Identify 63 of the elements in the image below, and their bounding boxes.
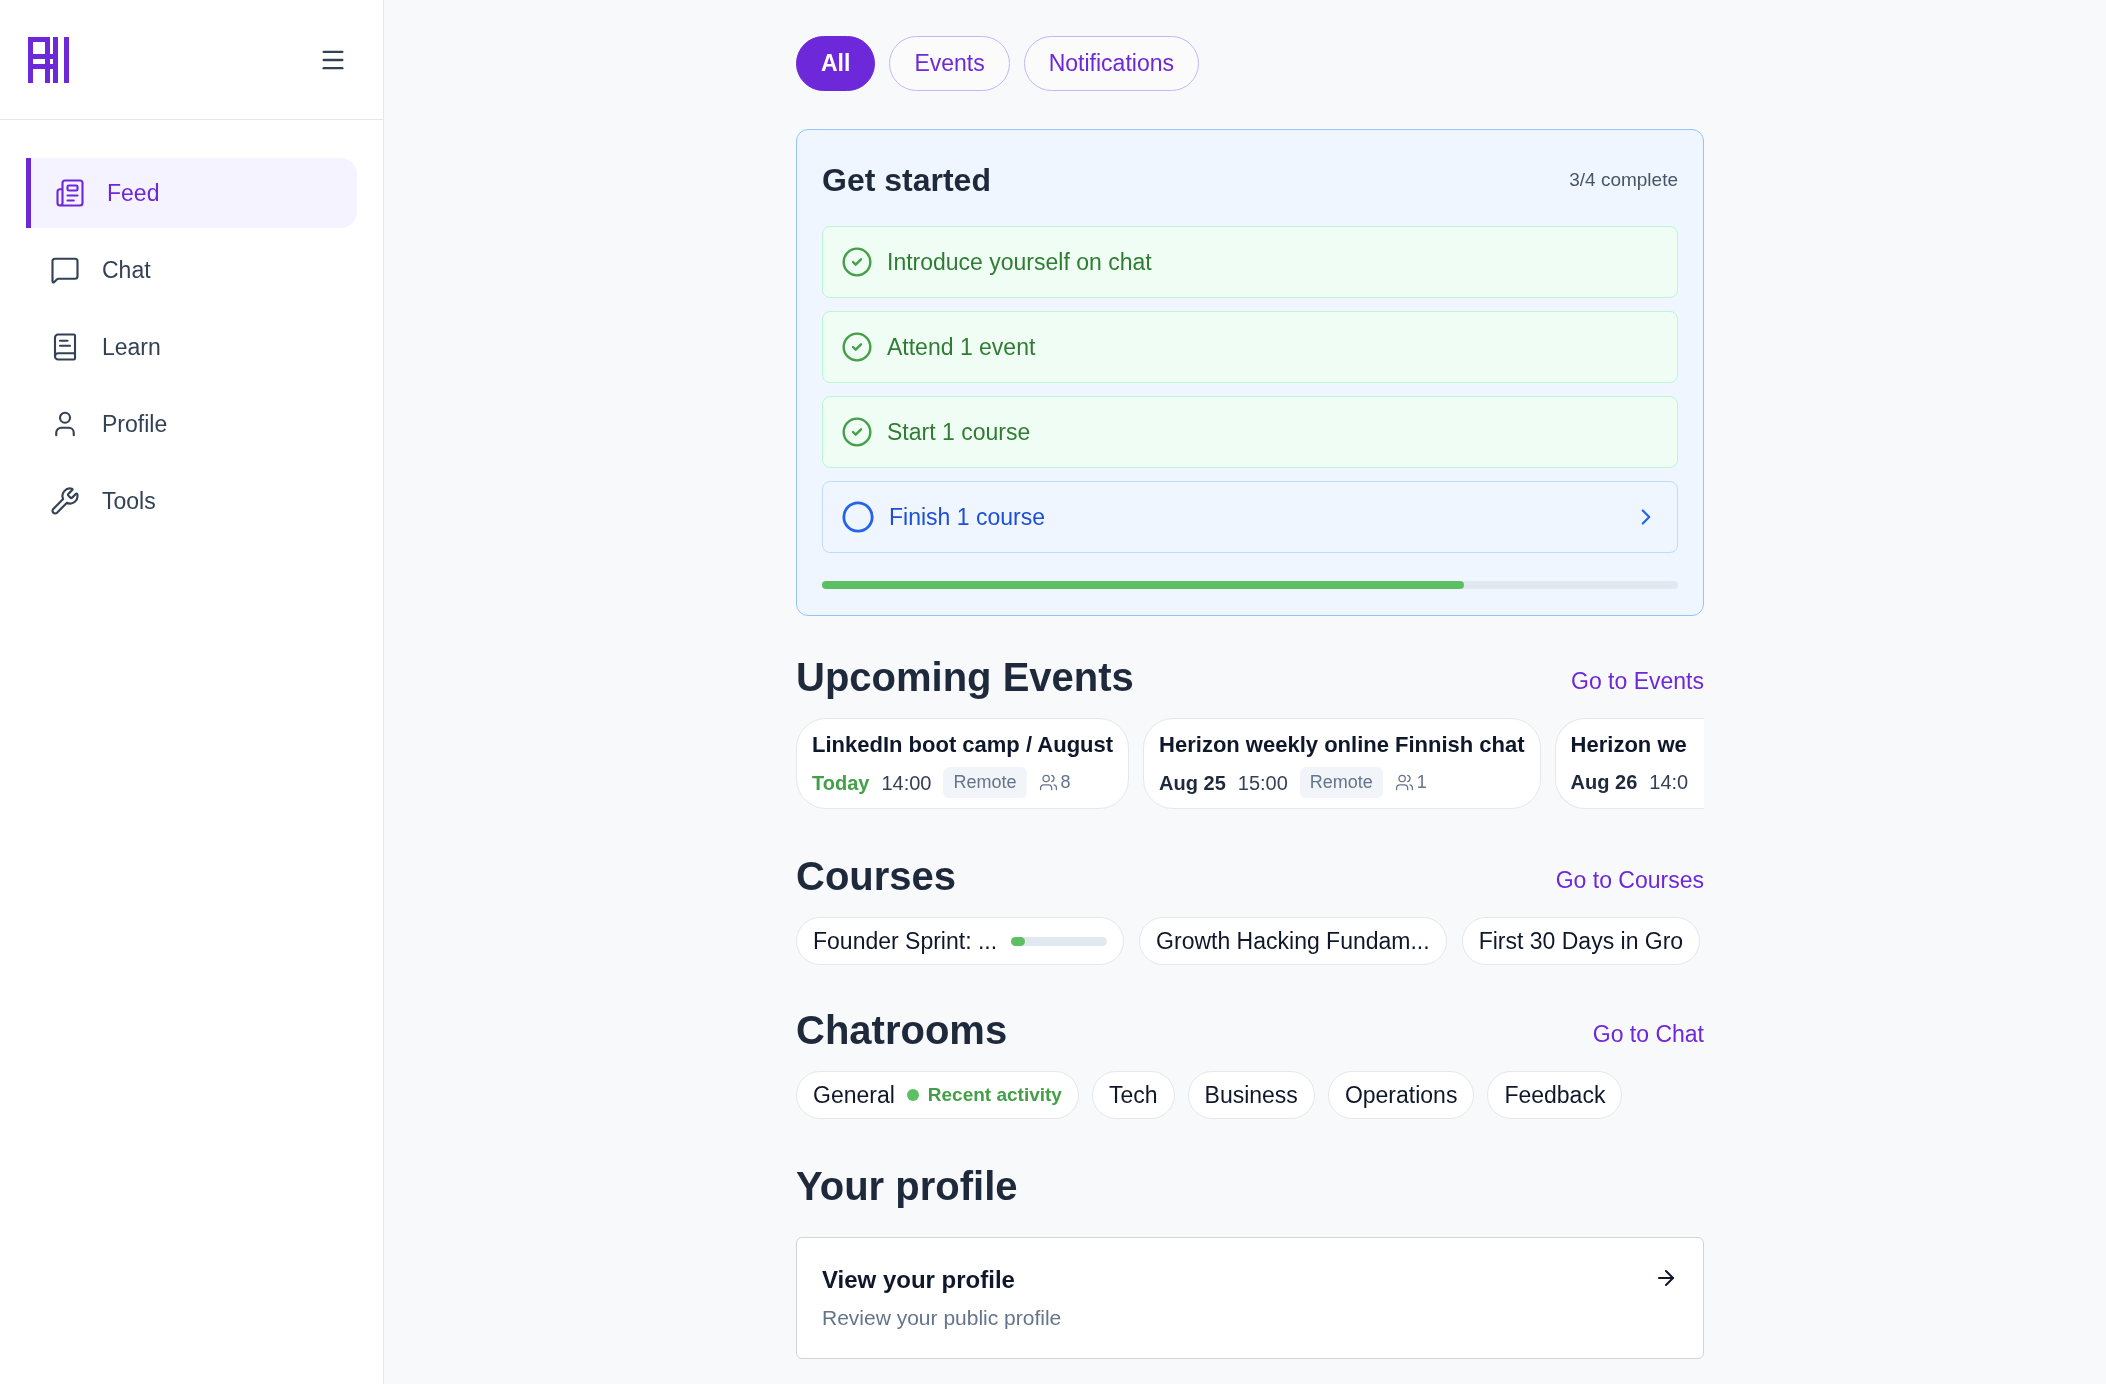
event-time: 15:00: [1237, 770, 1288, 796]
event-tag: Remote: [943, 767, 1027, 798]
event-title: Herizon weekly online Finnish chat: [1159, 731, 1525, 759]
section-title: Your profile: [796, 1163, 1019, 1210]
logo-icon: [28, 36, 70, 83]
task-item[interactable]: Attend 1 event: [822, 311, 1678, 383]
chatroom-name: Operations: [1344, 1080, 1458, 1110]
attendee-count: 1: [1416, 771, 1427, 794]
section-link[interactable]: Go to Chat: [1592, 1016, 1704, 1051]
people-icon: [1394, 773, 1414, 792]
people-icon: [1038, 773, 1058, 792]
sidebar-item[interactable]: Profile: [26, 389, 357, 459]
event-card[interactable]: Herizon we Aug 26 14:0: [1554, 718, 1704, 809]
event-card[interactable]: LinkedIn boot camp / August Today 14:00 Remote 8: [796, 718, 1130, 809]
filter-tab[interactable]: All: [796, 36, 876, 91]
chatroom-chip[interactable]: Tech: [1091, 1071, 1175, 1119]
course-title: Growth Hacking Fundam...: [1156, 926, 1430, 956]
sidebar-item[interactable]: Learn: [26, 312, 357, 382]
course-chip[interactable]: Founder Sprint: ...: [796, 917, 1125, 965]
wrench-icon: [50, 486, 80, 516]
section-title: Chatrooms: [796, 1007, 1008, 1054]
newspaper-icon: [55, 178, 85, 208]
course-chip[interactable]: Growth Hacking Fundam...: [1139, 917, 1447, 965]
section-title: Upcoming Events: [796, 654, 1134, 701]
chatroom-name: General: [813, 1080, 895, 1110]
chatroom-name: Feedback: [1504, 1080, 1606, 1110]
filter-tab[interactable]: Events: [889, 36, 1010, 91]
event-time: 14:0: [1649, 770, 1689, 795]
attendee-count: 8: [1060, 771, 1071, 794]
chatroom-chip[interactable]: Operations: [1327, 1071, 1475, 1119]
task-item[interactable]: Start 1 course: [822, 396, 1678, 468]
sidebar-item[interactable]: Feed: [26, 158, 357, 228]
event-date: Today: [812, 770, 870, 796]
course-title: First 30 Days in Gro: [1478, 926, 1684, 956]
course-title: Founder Sprint: ...: [813, 926, 998, 956]
event-title: LinkedIn boot camp / August: [812, 731, 1114, 759]
section-link[interactable]: Go to Events: [1571, 663, 1704, 698]
task-item[interactable]: Introduce yourself on chat: [822, 226, 1678, 298]
profile-card[interactable]: View your profile Review your public profile: [796, 1237, 1704, 1359]
event-title: Herizon we: [1570, 731, 1688, 759]
chatroom-chip[interactable]: Feedback: [1487, 1071, 1623, 1119]
chatroom-name: Business: [1204, 1080, 1298, 1110]
sidebar-item[interactable]: Tools: [26, 466, 357, 536]
progress-count: 3/4 complete: [1569, 167, 1678, 192]
profile-card-subtitle: Review your public profile: [822, 1305, 1062, 1331]
filter-tab[interactable]: Notifications: [1023, 36, 1199, 91]
sidebar-item[interactable]: Chat: [26, 235, 357, 305]
event-tag: Remote: [1299, 767, 1383, 798]
course-chip[interactable]: First 30 Days in Gro: [1461, 917, 1701, 965]
event-date: Aug 25: [1159, 770, 1226, 796]
section-link[interactable]: Go to Courses: [1555, 862, 1704, 897]
chat-icon: [50, 255, 80, 285]
activity-label: Recent activity: [927, 1082, 1062, 1107]
profile-card-title: View your profile: [822, 1265, 1016, 1295]
task-item[interactable]: Finish 1 course: [822, 481, 1678, 553]
chatroom-chip[interactable]: Business: [1187, 1071, 1315, 1119]
chatroom-chip[interactable]: General Recent activity: [796, 1071, 1079, 1119]
section-title: Courses: [796, 853, 957, 900]
event-time: 14:00: [881, 770, 932, 796]
chatroom-name: Tech: [1108, 1080, 1158, 1110]
event-date: Aug 26: [1570, 770, 1638, 795]
card-title: Get started: [822, 161, 991, 200]
event-card[interactable]: Herizon weekly online Finnish chat Aug 25 15:00 Remote 1: [1143, 718, 1541, 809]
